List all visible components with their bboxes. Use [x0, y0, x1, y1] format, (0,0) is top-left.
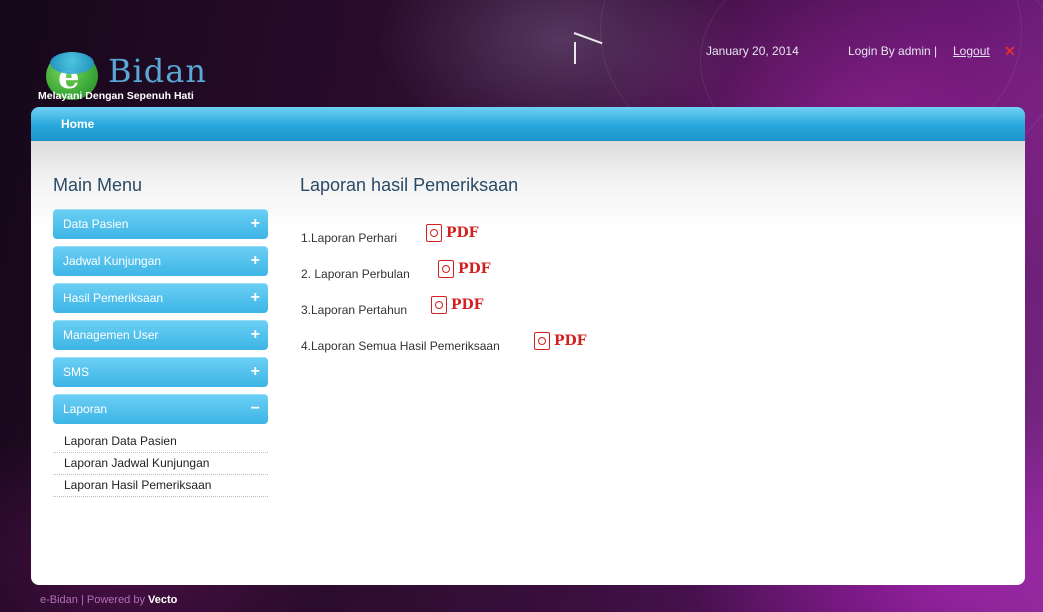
sidebar-menu: Data Pasien + Jadwal Kunjungan + Hasil Pem…: [53, 209, 268, 497]
plus-icon: +: [250, 363, 260, 380]
login-info: Login By admin |: [848, 44, 938, 58]
pdf-link[interactable]: PDF: [534, 332, 587, 350]
report-label: 4.Laporan Semua Hasil Pemeriksaan: [301, 339, 500, 353]
plus-icon: +: [250, 326, 260, 343]
footer: e-Bidan | Powered by Vecto: [40, 594, 178, 606]
footer-brand: Vecto: [148, 594, 178, 606]
report-label: 1.Laporan Perhari: [301, 231, 398, 245]
sidebar-title: Main Menu: [53, 175, 143, 195]
pdf-icon: [431, 296, 447, 314]
logo: e Bidan Melayani Dengan Sepenuh Hati: [36, 40, 266, 102]
sidebar-item-data-pasien[interactable]: Data Pasien +: [53, 209, 268, 239]
page-title: Laporan hasil Pemeriksaan: [300, 175, 519, 195]
logout-link[interactable]: Logout: [953, 44, 990, 58]
close-icon[interactable]: ✕: [1004, 43, 1016, 60]
plus-icon: +: [250, 252, 260, 269]
pdf-link[interactable]: PDF: [431, 296, 484, 314]
nav-home[interactable]: Home: [61, 117, 94, 131]
sidebar-item-laporan[interactable]: Laporan −: [53, 394, 268, 424]
pdf-icon: [534, 332, 550, 350]
pdf-link[interactable]: PDF: [426, 224, 479, 242]
submenu-laporan-jadwal-kunjungan[interactable]: Laporan Jadwal Kunjungan: [53, 453, 268, 475]
minus-icon: −: [250, 400, 260, 417]
top-nav: Home: [31, 107, 1025, 141]
laporan-submenu: Laporan Data Pasien Laporan Jadwal Kunju…: [53, 431, 268, 497]
plus-icon: +: [250, 289, 260, 306]
sidebar-item-managemen-user[interactable]: Managemen User +: [53, 320, 268, 350]
sidebar-item-hasil-pemeriksaan[interactable]: Hasil Pemeriksaan +: [53, 283, 268, 313]
tagline: Melayani Dengan Sepenuh Hati: [38, 90, 194, 102]
clock-icon: [560, 20, 620, 70]
sidebar-item-sms[interactable]: SMS +: [53, 357, 268, 387]
submenu-laporan-data-pasien[interactable]: Laporan Data Pasien: [53, 431, 268, 453]
logo-text: Bidan: [108, 52, 207, 90]
sidebar-item-jadwal-kunjungan[interactable]: Jadwal Kunjungan +: [53, 246, 268, 276]
report-label: 2. Laporan Perbulan: [301, 267, 410, 281]
main-panel: Main Menu Data Pasien + Jadwal Kunjungan +…: [31, 141, 1025, 585]
report-label: 3.Laporan Pertahun: [301, 303, 408, 317]
pdf-icon: [426, 224, 442, 242]
current-date: January 20, 2014: [706, 44, 799, 58]
plus-icon: +: [250, 215, 260, 232]
pdf-link[interactable]: PDF: [438, 260, 491, 278]
submenu-laporan-hasil-pemeriksaan[interactable]: Laporan Hasil Pemeriksaan: [53, 475, 268, 497]
pdf-icon: [438, 260, 454, 278]
